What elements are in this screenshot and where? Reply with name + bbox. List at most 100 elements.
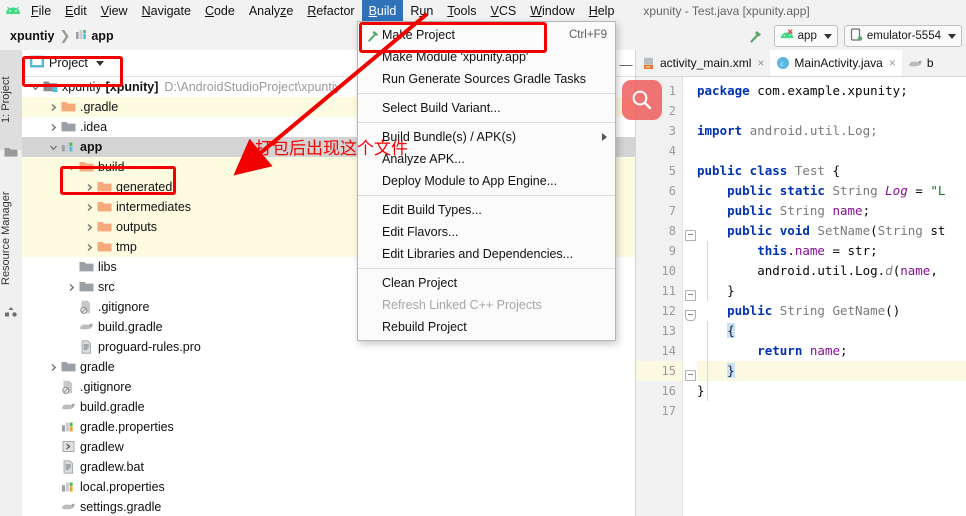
chevron-down-icon bbox=[823, 33, 832, 39]
make-project-toolbar-button[interactable] bbox=[744, 25, 768, 47]
chevron-right-icon[interactable] bbox=[66, 282, 77, 293]
line-number: 7 bbox=[668, 204, 676, 218]
chevron-down-icon[interactable] bbox=[30, 82, 41, 93]
menu-code[interactable]: Code bbox=[198, 0, 242, 22]
menu-tools[interactable]: Tools bbox=[440, 0, 483, 22]
menu-item[interactable]: Rebuild Project bbox=[358, 316, 615, 338]
tree-row-label: tmp bbox=[116, 240, 137, 254]
chevron-right-icon[interactable] bbox=[84, 242, 95, 253]
menu-item[interactable]: Edit Build Types... bbox=[358, 199, 615, 221]
menu-edit[interactable]: Edit bbox=[58, 0, 94, 22]
search-icon bbox=[622, 80, 662, 120]
menu-file[interactable]: File bbox=[24, 0, 58, 22]
menu-window[interactable]: Window bbox=[523, 0, 581, 22]
editor-tab[interactable]: c MainActivity.java × bbox=[770, 50, 902, 76]
fold-icon[interactable] bbox=[684, 309, 696, 321]
menu-view[interactable]: View bbox=[94, 0, 135, 22]
menu-item[interactable]: Run Generate Sources Gradle Tasks bbox=[358, 68, 615, 90]
menu-vcs[interactable]: VCS bbox=[484, 0, 524, 22]
tree-row-label: build.gradle bbox=[80, 400, 145, 414]
menu-item[interactable]: Edit Flavors... bbox=[358, 221, 615, 243]
menu-navigate[interactable]: Navigate bbox=[135, 0, 198, 22]
gitignore-file-icon bbox=[61, 380, 76, 395]
chevron-right-icon[interactable] bbox=[84, 222, 95, 233]
fold-icon[interactable] bbox=[684, 289, 696, 301]
chevron-right-icon[interactable] bbox=[48, 122, 59, 133]
menu-analyze[interactable]: Analyze bbox=[242, 0, 300, 22]
menu-help[interactable]: Help bbox=[582, 0, 622, 22]
menu-build[interactable]: Build bbox=[361, 0, 404, 22]
tree-row-module-name: [xpunity] bbox=[105, 80, 159, 94]
code-line: } bbox=[697, 361, 966, 381]
fold-icon[interactable] bbox=[684, 229, 696, 241]
chevron-right-icon[interactable] bbox=[84, 182, 95, 193]
breadcrumb-project[interactable]: xpuntiy bbox=[0, 29, 54, 43]
fold-icon[interactable] bbox=[684, 369, 696, 381]
menu-item[interactable]: Select Build Variant... bbox=[358, 97, 615, 119]
xml-layout-icon: <> bbox=[642, 57, 656, 70]
tree-row-label: local.properties bbox=[80, 480, 165, 494]
module-icon bbox=[75, 28, 88, 44]
left-tool-window-stripe: 1: Project Resource Manager bbox=[0, 50, 23, 516]
tree-row[interactable]: gradlew.bat bbox=[22, 457, 635, 477]
editor-tab[interactable]: b bbox=[902, 50, 940, 76]
tree-row-label: app bbox=[80, 140, 103, 154]
code-editor[interactable]: 1 2 3 4 5 6 7 8 9 10 11 12 13 14 15 16 17 package com.ex… bbox=[636, 77, 966, 516]
editor-tab[interactable]: <> activity_main.xml × bbox=[636, 50, 770, 76]
chevron-right-icon[interactable] bbox=[48, 362, 59, 373]
tree-row[interactable]: gradlew bbox=[22, 437, 635, 457]
menu-run[interactable]: Run bbox=[403, 0, 440, 22]
chevron-right-icon[interactable] bbox=[48, 102, 59, 113]
menu-item-label: Run Generate Sources Gradle Tasks bbox=[382, 72, 587, 86]
hide-tool-window-button[interactable]: — bbox=[615, 52, 637, 76]
chevron-down-icon bbox=[948, 33, 956, 39]
menu-item[interactable]: Make Module 'xpunity.app' bbox=[358, 46, 615, 68]
device-selector[interactable]: emulator-5554 bbox=[843, 25, 962, 47]
tree-row[interactable]: build.gradle bbox=[22, 397, 635, 417]
menu-item[interactable]: Deploy Module to App Engine... bbox=[358, 170, 615, 192]
tree-row[interactable]: gradle bbox=[22, 357, 635, 377]
close-icon[interactable]: × bbox=[889, 56, 896, 70]
close-icon[interactable]: × bbox=[757, 56, 764, 70]
folder-orange-icon bbox=[97, 240, 112, 255]
tree-row[interactable]: settings.gradle bbox=[22, 497, 635, 516]
stripe-button-resource-manager[interactable]: Resource Manager bbox=[0, 168, 22, 308]
menu-item[interactable]: Edit Libraries and Dependencies... bbox=[358, 243, 615, 265]
tree-row[interactable]: gradle.properties bbox=[22, 417, 635, 437]
menu-refactor[interactable]: Refactor bbox=[300, 0, 361, 22]
tree-row[interactable]: local.properties bbox=[22, 477, 635, 497]
run-configuration-selector[interactable]: app bbox=[773, 25, 838, 47]
tree-row-label: .gitignore bbox=[98, 300, 150, 314]
breadcrumb-module[interactable]: app bbox=[75, 28, 114, 44]
fold-gutter[interactable] bbox=[683, 77, 697, 516]
code-text[interactable]: package com.example.xpunity; import andr… bbox=[697, 77, 966, 516]
chevron-down-icon[interactable] bbox=[66, 162, 77, 173]
menu-separator bbox=[358, 195, 615, 196]
tree-row[interactable]: .gitignore bbox=[22, 377, 635, 397]
chevron-down-icon[interactable] bbox=[48, 142, 59, 153]
menu-separator bbox=[358, 268, 615, 269]
chevron-right-icon[interactable] bbox=[84, 202, 95, 213]
menu-item[interactable]: Clean Project bbox=[358, 272, 615, 294]
stripe-button-project[interactable]: 1: Project bbox=[0, 50, 22, 150]
line-number: 10 bbox=[661, 264, 676, 278]
code-line: package com.example.xpunity; bbox=[697, 83, 908, 98]
editor-tab-label: b bbox=[926, 56, 934, 70]
breadcrumb-module-label: app bbox=[91, 29, 114, 43]
editor-tab-label: activity_main.xml bbox=[660, 56, 752, 70]
build-dropdown-menu[interactable]: Make Project Ctrl+F9 Make Module 'xpunity.… bbox=[357, 21, 616, 341]
folder-gray-icon bbox=[79, 280, 94, 295]
menu-item-label: Build Bundle(s) / APK(s) bbox=[382, 130, 517, 144]
folder-orange-icon bbox=[97, 180, 112, 195]
code-line: this.name = str; bbox=[697, 243, 878, 258]
code-line: public String GetName() bbox=[697, 303, 901, 318]
code-line: public static String Log = "L bbox=[697, 183, 946, 198]
menu-item[interactable]: Make Project Ctrl+F9 bbox=[358, 24, 615, 46]
